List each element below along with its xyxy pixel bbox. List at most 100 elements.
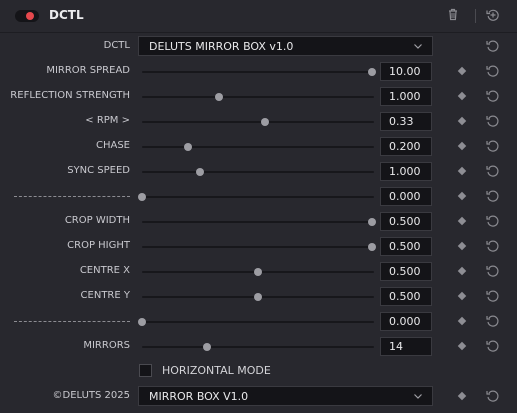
reset-icon[interactable] bbox=[485, 238, 501, 254]
keyframe-diamond-icon[interactable] bbox=[457, 291, 467, 301]
keyframe-diamond-icon[interactable] bbox=[457, 216, 467, 226]
separator-line bbox=[14, 196, 130, 197]
value-field[interactable]: 1.000 bbox=[380, 87, 432, 106]
slider-track[interactable] bbox=[142, 218, 376, 226]
chevron-down-icon bbox=[414, 394, 422, 399]
slider-track[interactable] bbox=[142, 268, 374, 276]
reset-icon[interactable] bbox=[485, 138, 501, 154]
slider-label: < RPM > bbox=[85, 115, 130, 126]
slider-track[interactable] bbox=[142, 143, 374, 151]
slider-handle[interactable] bbox=[367, 243, 376, 251]
keyframe-diamond-icon[interactable] bbox=[457, 191, 467, 201]
keyframe-diamond-icon[interactable] bbox=[457, 166, 467, 176]
value-field[interactable]: 10.00 bbox=[380, 62, 432, 81]
value-field[interactable]: 0.500 bbox=[380, 262, 432, 281]
slider-row-separator-2: 0.000 bbox=[0, 309, 517, 334]
slider-handle[interactable] bbox=[367, 68, 376, 76]
value-field[interactable]: 1.000 bbox=[380, 162, 432, 181]
value-field[interactable]: 14 bbox=[380, 337, 432, 356]
slider-handle[interactable] bbox=[367, 218, 376, 226]
add-history-icon[interactable] bbox=[486, 8, 500, 22]
slider-label: CROP WIDTH bbox=[64, 215, 130, 226]
value-field[interactable]: 0.500 bbox=[380, 212, 432, 231]
slider-handle[interactable] bbox=[260, 118, 269, 126]
slider-row-centre-x: CENTRE X 0.500 bbox=[0, 259, 517, 284]
slider-handle[interactable] bbox=[138, 318, 146, 326]
slider-label: REFLECTION STRENGTH bbox=[10, 90, 130, 101]
reset-icon[interactable] bbox=[485, 313, 501, 329]
value-field[interactable]: 0.000 bbox=[380, 187, 432, 206]
keyframe-diamond-icon[interactable] bbox=[457, 391, 467, 401]
reset-icon[interactable] bbox=[485, 113, 501, 129]
horizontal-mode-checkbox[interactable] bbox=[139, 364, 152, 377]
reset-icon[interactable] bbox=[485, 263, 501, 279]
slider-label: CROP HIGHT bbox=[67, 240, 130, 251]
value-field[interactable]: 0.000 bbox=[380, 312, 432, 331]
keyframe-diamond-icon[interactable] bbox=[457, 341, 467, 351]
slider-label: MIRRORS bbox=[83, 340, 130, 351]
slider-track[interactable] bbox=[142, 93, 374, 101]
slider-row-separator-1: 0.000 bbox=[0, 184, 517, 209]
slider-track[interactable] bbox=[142, 118, 374, 126]
reset-icon[interactable] bbox=[485, 188, 501, 204]
slider-track[interactable] bbox=[138, 318, 374, 326]
slider-row-sync-speed: SYNC SPEED 1.000 bbox=[0, 159, 517, 184]
slider-track[interactable] bbox=[138, 193, 374, 201]
enable-toggle[interactable] bbox=[15, 10, 39, 22]
keyframe-diamond-icon[interactable] bbox=[457, 316, 467, 326]
reset-icon[interactable] bbox=[485, 163, 501, 179]
toggle-indicator bbox=[26, 12, 34, 20]
slider-handle[interactable] bbox=[214, 93, 223, 101]
keyframe-diamond-icon[interactable] bbox=[457, 141, 467, 151]
slider-label: SYNC SPEED bbox=[67, 165, 130, 176]
reset-icon[interactable] bbox=[485, 388, 501, 404]
keyframe-diamond-icon[interactable] bbox=[457, 66, 467, 76]
dctl-select[interactable]: DELUTS MIRROR BOX v1.0 bbox=[138, 36, 433, 56]
keyframe-diamond-icon[interactable] bbox=[457, 266, 467, 276]
dctl-row: DCTL DELUTS MIRROR BOX v1.0 bbox=[0, 36, 517, 61]
slider-label: CHASE bbox=[95, 140, 130, 151]
keyframe-diamond-icon[interactable] bbox=[457, 116, 467, 126]
slider-row-chase: CHASE 0.200 bbox=[0, 134, 517, 159]
value-field[interactable]: 0.33 bbox=[380, 112, 432, 131]
version-select[interactable]: MIRROR BOX V1.0 bbox=[138, 386, 433, 406]
slider-label: CENTRE Y bbox=[80, 290, 130, 301]
copyright-label: ©DELUTS 2025 bbox=[52, 390, 131, 401]
slider-row-mirror-spread: MIRROR SPREAD 10.00 bbox=[0, 59, 517, 84]
slider-row-mirrors: MIRRORS 14 bbox=[0, 334, 517, 359]
slider-track[interactable] bbox=[142, 168, 374, 176]
reset-icon[interactable] bbox=[485, 88, 501, 104]
slider-handle[interactable] bbox=[254, 268, 262, 276]
keyframe-diamond-icon[interactable] bbox=[457, 91, 467, 101]
version-select-value: MIRROR BOX V1.0 bbox=[149, 390, 249, 403]
slider-handle[interactable] bbox=[202, 343, 211, 351]
slider-track[interactable] bbox=[142, 68, 376, 76]
reset-icon[interactable] bbox=[485, 63, 501, 79]
slider-handle[interactable] bbox=[184, 143, 193, 151]
slider-row-centre-y: CENTRE Y 0.500 bbox=[0, 284, 517, 309]
slider-handle[interactable] bbox=[196, 168, 204, 176]
slider-track[interactable] bbox=[142, 293, 374, 301]
reset-icon[interactable] bbox=[485, 213, 501, 229]
slider-handle[interactable] bbox=[138, 193, 146, 201]
slider-row-reflection-strength: REFLECTION STRENGTH 1.000 bbox=[0, 84, 517, 109]
keyframe-diamond-icon[interactable] bbox=[457, 241, 467, 251]
value-field[interactable]: 0.500 bbox=[380, 237, 432, 256]
slider-track[interactable] bbox=[142, 343, 374, 351]
trash-icon[interactable] bbox=[446, 8, 460, 22]
slider-row-rpm: < RPM > 0.33 bbox=[0, 109, 517, 134]
slider-label: CENTRE X bbox=[79, 265, 130, 276]
slider-row-crop-hight: CROP HIGHT 0.500 bbox=[0, 234, 517, 259]
panel-header: DCTL bbox=[0, 0, 517, 33]
reset-icon[interactable] bbox=[485, 288, 501, 304]
dctl-select-value: DELUTS MIRROR BOX v1.0 bbox=[149, 40, 294, 53]
footer-row: ©DELUTS 2025 MIRROR BOX V1.0 bbox=[0, 386, 517, 411]
value-field[interactable]: 0.500 bbox=[380, 287, 432, 306]
header-divider bbox=[475, 9, 476, 23]
reset-icon[interactable] bbox=[485, 38, 501, 54]
slider-track[interactable] bbox=[142, 243, 376, 251]
reset-icon[interactable] bbox=[485, 338, 501, 354]
panel-title: DCTL bbox=[49, 8, 84, 22]
value-field[interactable]: 0.200 bbox=[380, 137, 432, 156]
slider-handle[interactable] bbox=[254, 293, 262, 301]
